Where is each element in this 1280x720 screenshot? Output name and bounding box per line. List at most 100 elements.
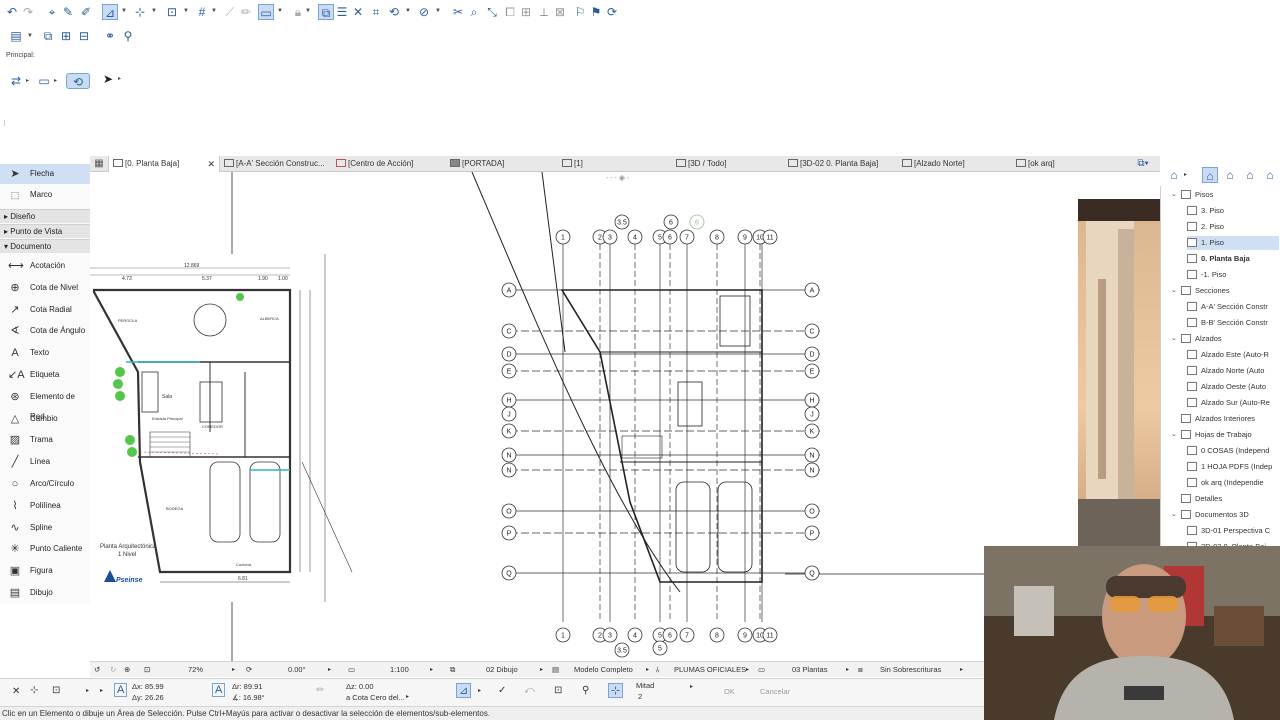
grid-bubble[interactable]: 7 [679,627,695,643]
grid-bubble[interactable]: 3.5 [614,642,630,658]
view-map-icon[interactable]: ⌂ [1222,167,1238,183]
flag-icon[interactable]: ⚐ [572,4,588,20]
zoom-in-icon[interactable]: ⊕ [124,662,130,678]
tab-centro-accion[interactable]: [Centro de Acción] [336,156,436,172]
navigator-tree-icon[interactable]: ⌂ [1166,167,1182,183]
ok-button[interactable]: OK [724,687,735,696]
grid-bubble[interactable]: K [804,423,820,439]
grid-bubble[interactable]: J [501,406,517,422]
grid-bubble[interactable]: 1 [555,627,571,643]
roof-icon[interactable]: ⟋ [222,4,238,20]
grid-bubble[interactable]: 11 [762,229,778,245]
navigator-item[interactable]: ok arq (Independie [1187,476,1279,490]
chevron-right-icon[interactable]: ▸ [232,662,235,678]
navigator-item[interactable]: 1. Piso [1187,236,1279,250]
tab-3d-02[interactable]: [3D-02 0. Planta Baja] [788,156,888,172]
reference-level[interactable]: a Cota Cero del... [346,693,405,702]
grid-bubble[interactable]: 4 [627,229,643,245]
grid-bubble[interactable]: D [501,346,517,362]
navigator-item[interactable]: Alzado Sur (Auto-Re [1187,396,1279,410]
grid-bubble[interactable]: 9 [737,627,753,643]
tool-7[interactable]: △ Cambio [0,409,90,429]
offset-icon[interactable]: ⧠ [502,4,518,20]
grid-bubble[interactable]: P [501,525,517,541]
section-diseno[interactable]: ▸ Diseño [0,209,90,223]
grid-bubble[interactable]: 6 [662,229,678,245]
explode-icon[interactable]: ⊞ [518,4,534,20]
close-icon[interactable]: ✕ [12,686,20,697]
navigator-item[interactable]: Pisos [1181,188,1279,202]
navigator-item[interactable]: Alzados [1181,332,1279,346]
intersect-icon[interactable]: ⟂ [536,4,552,20]
chevron-right-icon[interactable]: ▸ [646,662,649,678]
tab-1[interactable]: [1] [562,156,602,172]
tab-portada[interactable]: [PORTADA] [450,156,530,172]
chevron-right-icon[interactable]: ▸ [690,683,693,690]
grid-bubble[interactable]: 6 [663,214,679,230]
pen-set-value[interactable]: PLUMAS OFICIALES [674,662,746,678]
undo-icon[interactable]: ↶ [4,4,20,20]
tab-ok-arq[interactable]: [ok arq] [1016,156,1076,172]
chevron-right-icon[interactable]: ▸ [100,687,103,694]
guide-icon[interactable]: ⊿ [456,683,472,698]
grid-bubble[interactable]: 3.5 [614,214,630,230]
chevron-right-icon[interactable]: ▸ [478,687,481,694]
snap-guides-icon[interactable]: ⊿ [102,4,118,20]
publish-icon[interactable]: ⊟ [76,28,92,44]
grid-bubble[interactable]: N [804,462,820,478]
grid-bubble[interactable]: O [804,503,820,519]
redo-icon[interactable]: ↷ [20,4,36,20]
close-icon[interactable]: ✕ [207,156,215,172]
tool-13[interactable]: ✳ Punto Caliente [0,539,90,559]
tool-2[interactable]: ↗ Cota Radial [0,300,90,320]
tool-4[interactable]: A Texto [0,343,90,363]
tab-alzado-norte[interactable]: [Alzado Norte] [902,156,992,172]
tool-8[interactable]: ▨ Trama [0,430,90,450]
grid-bubble[interactable]: J [804,406,820,422]
grid-bubble[interactable]: O [501,503,517,519]
selection-method-icon[interactable]: ⇄ [8,73,24,89]
trim-icon[interactable]: ⌗ [368,4,384,20]
rectangle-select-icon[interactable]: ▭ [36,73,52,89]
tab-menu-icon[interactable]: ⧉▾ [1130,156,1156,172]
tool-9[interactable]: ╱ Línea [0,452,90,472]
grid-snap-icon[interactable]: # [194,4,210,20]
navigator-item[interactable]: Alzado Oeste (Auto [1187,380,1279,394]
grid-bubble[interactable]: 3 [602,627,618,643]
tool-flecha[interactable]: ➤ Flecha [0,164,90,184]
grid-bubble[interactable]: E [501,363,517,379]
chevron-down-icon[interactable]: ⌄ [1171,510,1177,518]
renovation-value[interactable]: Sin Sobrescrituras [880,662,941,678]
tab-3d-todo[interactable]: [3D / Todo] [676,156,756,172]
chevron-right-icon[interactable]: ▸ [846,662,849,678]
tool-marco[interactable]: ⬚ Marco [0,185,90,205]
inject-icon[interactable]: ✐ [78,4,94,20]
tool-10[interactable]: ○ Arco/Círculo [0,474,90,494]
tool-12[interactable]: ∿ Spline [0,518,90,538]
navigator-item[interactable]: Alzado Este (Auto-R [1187,348,1279,362]
tool-15[interactable]: ▤ Dibujo [0,583,90,603]
rotate-icon[interactable]: ⟲ [386,4,402,20]
tool-5[interactable]: ↙A Etiqueta [0,365,90,385]
grid-bubble[interactable]: K [501,423,517,439]
tool-14[interactable]: ▣ Figura [0,561,90,581]
grid-bubble[interactable]: 9 [737,229,753,245]
scissors-icon[interactable]: ✂ [450,4,466,20]
grid-bubble[interactable]: P [804,525,820,541]
chevron-right-icon[interactable]: ▸ [328,662,331,678]
eyedropper-icon[interactable]: ✎ [60,4,76,20]
grid-bubble[interactable]: H [501,392,517,408]
tool-11[interactable]: ⌇ Polilínea [0,496,90,516]
publisher-icon[interactable]: ⌂ [1262,167,1278,183]
navigator-item[interactable]: Documentos 3D [1181,508,1279,522]
grid-bubble[interactable]: N [501,462,517,478]
delta-angle[interactable]: ∡: 16.98° [232,693,265,702]
snap-icon[interactable]: ⊹ [30,685,38,696]
navigator-item[interactable]: 3. Piso [1187,204,1279,218]
sheet-icon[interactable]: ⊞ [58,28,74,44]
navigator-item[interactable]: 0 COSAS (Independ [1187,444,1279,458]
marquee-icon[interactable]: ▭ [258,4,274,20]
grid-bubble[interactable]: 11 [762,627,778,643]
grid-bubble[interactable]: 7 [679,229,695,245]
navigator-item[interactable]: 2. Piso [1187,220,1279,234]
